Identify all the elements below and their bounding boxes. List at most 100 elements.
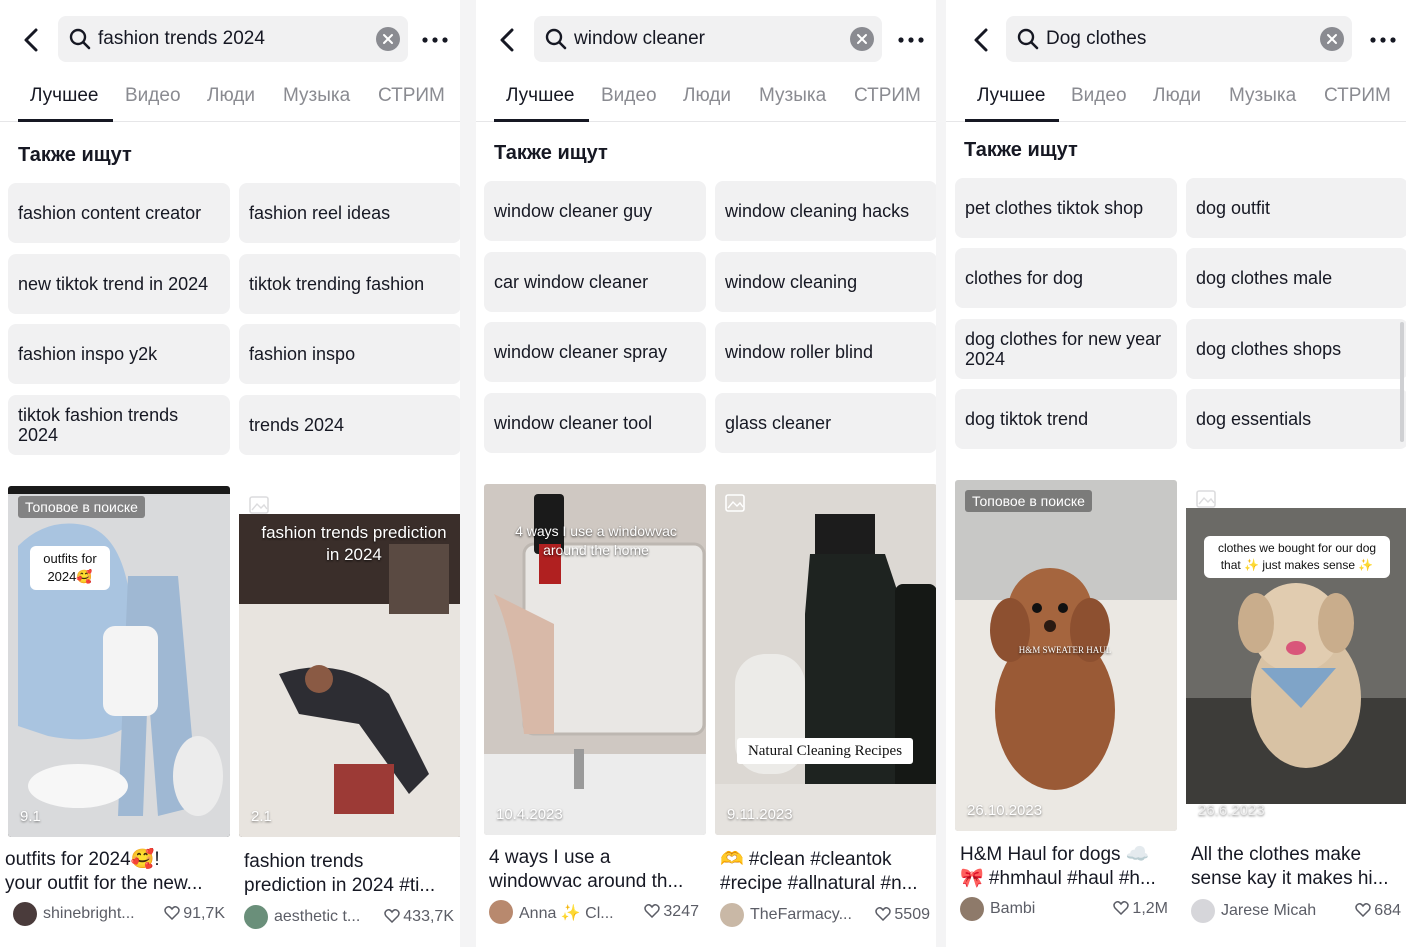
suggestion-chip[interactable]: trends 2024	[239, 395, 460, 455]
suggestion-chip[interactable]: dog tiktok trend	[955, 389, 1177, 449]
more-options-button[interactable]	[896, 30, 926, 50]
also-search-title: Также ищут	[964, 139, 1078, 161]
video-caption-line2[interactable]: 🎀 #hmhaul #haul #h...	[960, 867, 1175, 891]
suggestion-chip[interactable]: dog clothes shops	[1186, 319, 1406, 379]
suggestion-chip[interactable]: dog clothes male	[1186, 248, 1406, 308]
suggestion-chip[interactable]: tiktok trending fashion	[239, 254, 460, 314]
search-panel-window: window cleaner Лучшее Видео Люди Музыка …	[476, 0, 936, 947]
suggestion-chip[interactable]: new tiktok trend in 2024	[8, 254, 230, 314]
video-caption-line1[interactable]: 🫶 #clean #cleantok	[720, 848, 935, 872]
suggestion-chip[interactable]: fashion reel ideas	[239, 183, 460, 243]
video-date: 9.1	[20, 808, 41, 825]
avatar[interactable]	[1191, 899, 1215, 923]
tab-top[interactable]: Лучшее	[977, 85, 1045, 107]
suggestion-chip[interactable]: pet clothes tiktok shop	[955, 178, 1177, 238]
like-count: 5509	[875, 906, 930, 924]
suggestion-chip[interactable]: dog essentials	[1186, 389, 1406, 449]
active-tab-indicator	[18, 119, 113, 122]
tab-videos[interactable]: Видео	[601, 85, 657, 107]
suggestion-chip[interactable]: window cleaning	[715, 252, 936, 312]
clear-search-button[interactable]	[850, 27, 874, 51]
video-caption-line2[interactable]: your outfit for the new...	[5, 872, 220, 896]
tab-videos[interactable]: Видео	[125, 85, 181, 107]
scrollbar[interactable]	[1400, 322, 1404, 442]
like-count: 684	[1355, 902, 1401, 920]
video-caption-line2[interactable]: #recipe #allnatural #n...	[720, 872, 935, 896]
video-thumbnail[interactable]: 4 ways I use a windowvac around the home…	[484, 484, 706, 835]
tab-music[interactable]: Музыка	[759, 85, 826, 107]
search-input[interactable]: window cleaner	[534, 16, 882, 62]
search-input[interactable]: Dog clothes	[1006, 16, 1352, 62]
suggestion-chip[interactable]: clothes for dog	[955, 248, 1177, 308]
video-caption-line1[interactable]: fashion trends	[244, 850, 459, 874]
more-options-button[interactable]	[1368, 30, 1398, 50]
suggestion-chip[interactable]: window cleaner tool	[484, 393, 706, 453]
back-button[interactable]	[966, 24, 998, 56]
avatar[interactable]	[244, 905, 268, 929]
author-name[interactable]: Jarese Micah	[1221, 902, 1316, 920]
video-caption-line2[interactable]: sense kay it makes hi...	[1191, 867, 1406, 891]
author-name[interactable]: shinebright...	[43, 905, 135, 923]
author-name[interactable]: TheFarmacy...	[750, 906, 852, 924]
video-caption-line1[interactable]: outfits for 2024🥰!	[5, 848, 220, 872]
suggestion-chip[interactable]: window cleaner guy	[484, 181, 706, 241]
tab-live[interactable]: СТРИМ	[378, 85, 445, 107]
avatar[interactable]	[720, 903, 744, 927]
tab-videos[interactable]: Видео	[1071, 85, 1127, 107]
suggestion-chip[interactable]: window cleaning hacks	[715, 181, 936, 241]
like-count: 1,2M	[1113, 900, 1168, 918]
avatar[interactable]	[960, 897, 984, 921]
suggestion-chip[interactable]: window cleaner spray	[484, 322, 706, 382]
clear-search-button[interactable]	[376, 27, 400, 51]
video-caption-line2[interactable]: prediction in 2024 #ti...	[244, 874, 459, 898]
heart-icon	[1355, 902, 1372, 917]
tab-live[interactable]: СТРИМ	[854, 85, 921, 107]
video-thumbnail[interactable]: clothes we bought for our dog that ✨ jus…	[1186, 480, 1406, 831]
suggestion-chip[interactable]: fashion content creator	[8, 183, 230, 243]
author-name[interactable]: Anna ✨ Cl...	[519, 903, 614, 923]
tab-top[interactable]: Лучшее	[30, 85, 98, 107]
clear-search-button[interactable]	[1320, 27, 1344, 51]
back-button[interactable]	[16, 24, 48, 56]
video-thumbnail[interactable]: fashion trends prediction in 2024 2.1	[239, 486, 460, 837]
suggestion-chip[interactable]: fashion inspo y2k	[8, 324, 230, 384]
author-name[interactable]: Bambi	[990, 900, 1035, 918]
tab-top[interactable]: Лучшее	[506, 85, 574, 107]
close-icon	[857, 34, 867, 44]
suggestion-chip[interactable]: dog outfit	[1186, 178, 1406, 238]
tab-people[interactable]: Люди	[1153, 85, 1201, 107]
suggestion-chip[interactable]: fashion inspo	[239, 324, 460, 384]
suggestion-chip[interactable]: tiktok fashion trends 2024	[8, 395, 230, 455]
photo-icon	[249, 496, 269, 514]
video-overlay-text: clothes we bought for our dog that ✨ jus…	[1204, 536, 1390, 578]
suggestion-chip[interactable]: glass cleaner	[715, 393, 936, 453]
video-date: 9.11.2023	[727, 806, 793, 823]
back-button[interactable]	[492, 24, 524, 56]
also-search-title: Также ищут	[494, 142, 608, 164]
search-icon	[69, 28, 91, 50]
tab-people[interactable]: Люди	[683, 85, 731, 107]
search-input[interactable]: fashion trends 2024	[58, 16, 408, 62]
video-caption-line1[interactable]: All the clothes make	[1191, 843, 1406, 867]
video-caption-line1[interactable]: 4 ways I use a	[489, 846, 704, 870]
like-count: 433,7K	[384, 908, 454, 926]
video-caption-line2[interactable]: windowvac around th...	[489, 870, 704, 894]
suggestion-chip[interactable]: dog clothes for new year 2024	[955, 319, 1177, 379]
spray-bottle-image	[715, 484, 936, 835]
video-thumbnail[interactable]: Топовое в поиске outfits for 2024🥰 9.1	[8, 486, 230, 837]
suggestion-chip[interactable]: car window cleaner	[484, 252, 706, 312]
author-name[interactable]: aesthetic t...	[274, 908, 360, 926]
tab-people[interactable]: Люди	[207, 85, 255, 107]
video-thumbnail[interactable]: Natural Cleaning Recipes 9.11.2023	[715, 484, 936, 835]
search-icon	[545, 28, 567, 50]
video-caption-line1[interactable]: H&M Haul for dogs ☁️	[960, 843, 1175, 867]
tab-live[interactable]: СТРИМ	[1324, 85, 1391, 107]
avatar[interactable]	[489, 900, 513, 924]
tab-music[interactable]: Музыка	[283, 85, 350, 107]
tab-music[interactable]: Музыка	[1229, 85, 1296, 107]
suggestion-chip[interactable]: window roller blind	[715, 322, 936, 382]
back-arrow-icon	[974, 28, 988, 52]
avatar[interactable]	[13, 902, 37, 926]
more-options-button[interactable]	[420, 30, 450, 50]
video-thumbnail[interactable]: Топовое в поиске H&M SWEATER HAUL 26.10.…	[955, 480, 1177, 831]
